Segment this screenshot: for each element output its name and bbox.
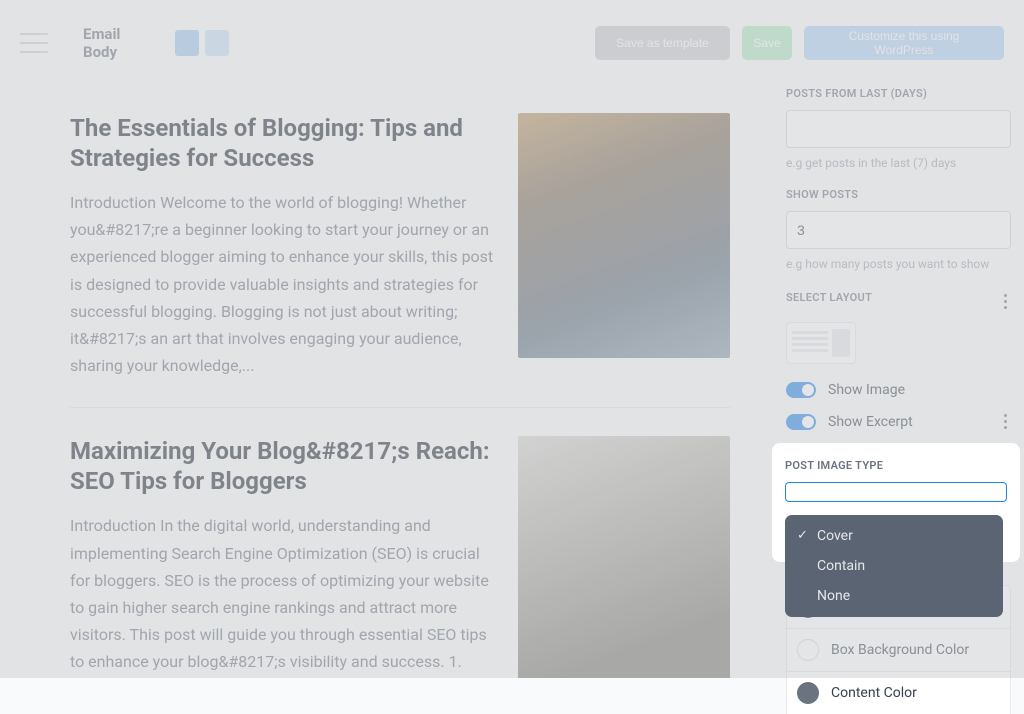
kebab-icon[interactable] xyxy=(1000,410,1011,433)
post-excerpt: Introduction In the digital world, under… xyxy=(70,512,498,678)
show-excerpt-toggle-row: Show Excerpt xyxy=(786,414,913,430)
save-template-button[interactable]: Save as template xyxy=(595,26,730,60)
post-image-type-panel: POST IMAGE TYPE Cover Contain None xyxy=(772,443,1020,562)
post-image xyxy=(518,113,730,358)
kebab-icon[interactable] xyxy=(1000,290,1011,313)
show-posts-label: SHOW POSTS xyxy=(786,188,1011,201)
posts-preview: The Essentials of Blogging: Tips and Str… xyxy=(0,85,760,678)
show-posts-hint: e.g how many posts you want to show xyxy=(786,257,1011,271)
post-title: Maximizing Your Blog&#8217;s Reach: SEO … xyxy=(70,436,498,496)
post-image xyxy=(518,436,730,678)
app-logo: Email Body xyxy=(83,25,120,61)
show-image-toggle-row: Show Image xyxy=(786,382,1011,398)
post-item: Maximizing Your Blog&#8217;s Reach: SEO … xyxy=(70,408,730,678)
show-excerpt-toggle[interactable] xyxy=(786,414,816,430)
post-excerpt: Introduction Welcome to the world of blo… xyxy=(70,189,498,379)
posts-from-last-input[interactable] xyxy=(786,110,1011,148)
content-color-label: Content Color xyxy=(831,685,917,701)
color-swatch xyxy=(797,682,819,704)
show-posts-input[interactable] xyxy=(786,211,1011,249)
dropdown-option-contain[interactable]: Contain xyxy=(785,551,1003,581)
posts-from-last-label: POSTS FROM LAST (DAYS) xyxy=(786,87,1011,100)
box-bg-label: Box Background Color xyxy=(831,642,969,658)
show-image-toggle[interactable] xyxy=(786,382,816,398)
posts-from-last-hint: e.g get posts in the last (7) days xyxy=(786,156,1011,170)
layout-option[interactable] xyxy=(786,322,856,364)
select-layout-label: SELECT LAYOUT xyxy=(786,291,872,304)
menu-icon[interactable] xyxy=(20,33,48,53)
box-bg-color-row[interactable]: Box Background Color xyxy=(786,628,1011,671)
content-color-row[interactable]: Content Color xyxy=(786,671,1011,714)
post-image-type-label: POST IMAGE TYPE xyxy=(785,459,1007,472)
show-image-label: Show Image xyxy=(828,382,905,398)
post-item: The Essentials of Blogging: Tips and Str… xyxy=(70,85,730,408)
post-image-type-dropdown: Cover Contain None xyxy=(785,515,1003,617)
tag-icon[interactable] xyxy=(175,30,199,56)
show-excerpt-label: Show Excerpt xyxy=(828,414,913,430)
dropdown-option-none[interactable]: None xyxy=(785,581,1003,611)
tag-icon[interactable] xyxy=(205,30,229,56)
dropdown-option-cover[interactable]: Cover xyxy=(785,521,1003,551)
post-image-type-select[interactable] xyxy=(785,482,1007,502)
color-swatch xyxy=(797,639,819,661)
tag-icons xyxy=(175,30,229,56)
post-title: The Essentials of Blogging: Tips and Str… xyxy=(70,113,498,173)
